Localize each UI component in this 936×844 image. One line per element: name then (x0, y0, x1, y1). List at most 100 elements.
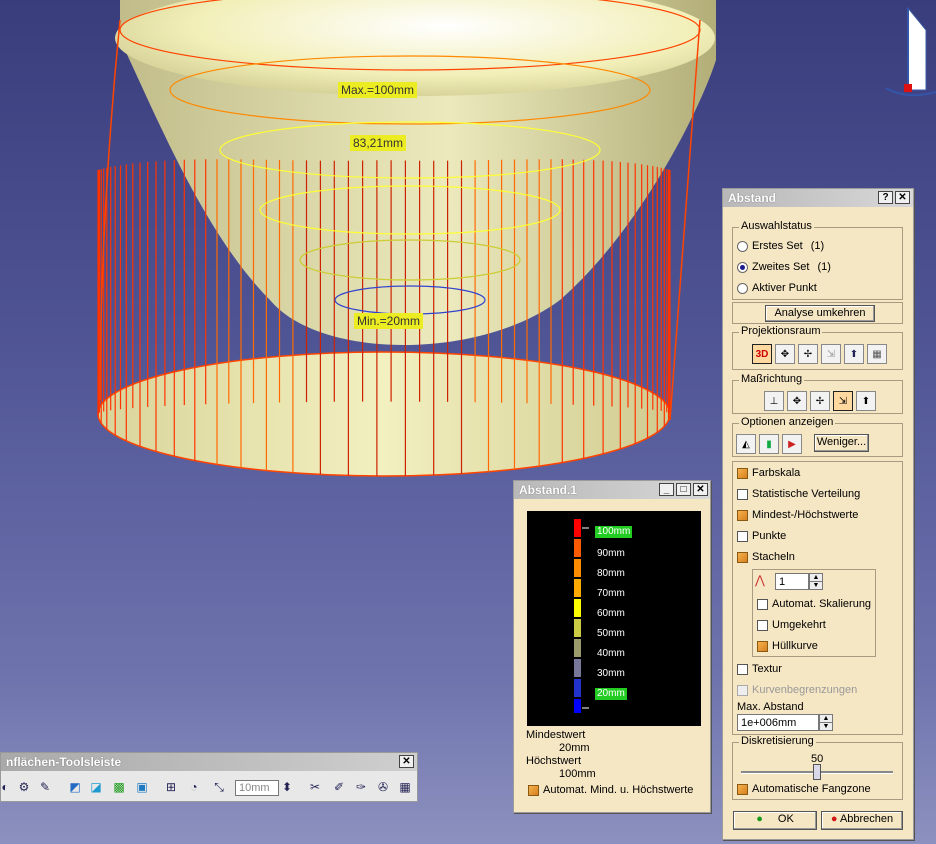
z-measure-icon[interactable]: ⇲ (833, 391, 853, 411)
min-distance-label: Min.=20mm (354, 313, 424, 329)
spikes-checkbox[interactable] (737, 551, 748, 563)
active-point-option[interactable]: Aktiver Punkt (737, 282, 817, 294)
selection-status-legend: Auswahlstatus (739, 220, 814, 232)
zoom-input[interactable]: 10mm (235, 780, 279, 796)
max-distance-input[interactable]: 1e+006mm (737, 714, 819, 731)
envelope-label: Hüllkurve (772, 640, 818, 652)
texture-option[interactable]: Textur (737, 663, 782, 675)
z-direction-icon[interactable]: ⇲ (821, 344, 841, 364)
auto-scale-checkbox[interactable] (757, 598, 768, 610)
help-button[interactable]: ? (878, 191, 893, 204)
max-distance-down[interactable]: ▼ (819, 722, 833, 731)
3d-projection-icon[interactable]: 3D (752, 344, 772, 364)
auto-minmax-checkbox[interactable] (528, 784, 539, 796)
cancel-button[interactable]: ● Abbrechen (821, 811, 903, 830)
first-set-radio[interactable] (737, 240, 748, 252)
spike-scale-down[interactable]: ▼ (809, 581, 823, 590)
second-set-radio[interactable] (737, 261, 748, 273)
min-max-label: Mindest-/Höchstwerte (752, 509, 859, 521)
tool-icon[interactable]: ✇ (375, 779, 391, 795)
color-scale-display-icon[interactable]: ▶ (782, 434, 802, 454)
less-options-button[interactable]: Weniger... (814, 434, 869, 452)
ok-icon: ● (756, 813, 763, 825)
curve-limits-option[interactable]: Kurvenbegrenzungen (737, 684, 857, 696)
zoom-spinner-icon[interactable]: ⬍ (279, 779, 295, 795)
inverted-checkbox[interactable] (757, 619, 768, 631)
distance-dialog[interactable]: Abstand ? ✕ Auswahlstatus Erstes Set (1)… (722, 188, 914, 840)
highlight-icon[interactable]: ◔ (186, 779, 202, 795)
inverted-label: Umgekehrt (772, 619, 826, 631)
first-set-option[interactable]: Erstes Set (1) (737, 240, 824, 252)
planar-projection-icon[interactable]: ▦ (867, 344, 887, 364)
y-measure-icon[interactable]: ✢ (810, 391, 830, 411)
auto-minmax-option[interactable]: Automat. Mind. u. Höchstwerte (528, 784, 693, 796)
curvature-icon[interactable]: ✎ (37, 779, 53, 795)
points-option[interactable]: Punkte (737, 530, 786, 542)
auto-snap-option[interactable]: Automatische Fangzone (737, 783, 871, 795)
display-options-group: Optionen anzeigen ◭ ▮ ▶ Weniger... (732, 416, 903, 457)
min-max-checkbox[interactable] (737, 509, 748, 521)
scale-label-min: 20mm (595, 688, 627, 700)
spike-scale-input[interactable]: 1 (775, 573, 809, 590)
scale-label: 60mm (597, 608, 625, 619)
curve-limits-checkbox[interactable] (737, 684, 748, 696)
auto-scale-option[interactable]: Automat. Skalierung (757, 598, 871, 610)
ok-button[interactable]: ● OK (733, 811, 817, 830)
mid-distance-label: 83,21mm (350, 135, 407, 151)
auto-snap-checkbox[interactable] (737, 783, 748, 795)
invert-analysis-button[interactable]: Analyse umkehren (765, 305, 875, 322)
maximize-button[interactable]: □ (676, 483, 691, 496)
compass-measure-icon[interactable]: ⬆ (856, 391, 876, 411)
draft-icon[interactable]: ✑ (353, 779, 369, 795)
color-scale-label: Farbskala (752, 467, 801, 479)
texture-checkbox[interactable] (737, 663, 748, 675)
active-point-radio[interactable] (737, 282, 748, 294)
second-set-option[interactable]: Zweites Set (1) (737, 261, 831, 273)
mapping-icon[interactable]: ⚙ (16, 779, 32, 795)
minimize-button[interactable]: _ (659, 483, 674, 496)
color-scale-titlebar[interactable]: Abstand.1 _ □ ✕ (514, 481, 710, 499)
distance-icon[interactable]: ⤡ (211, 779, 227, 795)
x-direction-icon[interactable]: ✥ (775, 344, 795, 364)
dialog-titlebar[interactable]: Abstand ? ✕ (723, 189, 913, 207)
discretization-group: Diskretisierung 50 Automatische Fangzone (732, 735, 903, 800)
pencil-icon[interactable]: ✐ (331, 779, 347, 795)
full-color-icon[interactable]: ◭ (736, 434, 756, 454)
shade-cyan-icon[interactable]: ◪ (88, 779, 104, 795)
points-checkbox[interactable] (737, 530, 748, 542)
inverted-option[interactable]: Umgekehrt (757, 619, 826, 631)
min-max-option[interactable]: Mindest-/Höchstwerte (737, 509, 858, 521)
spikes-option[interactable]: Stacheln (737, 551, 795, 563)
envelope-option[interactable]: Hüllkurve (757, 640, 818, 652)
color-scale-checkbox[interactable] (737, 467, 748, 479)
scale-label-max: 100mm (595, 526, 633, 538)
color-scale-window[interactable]: Abstand.1 _ □ ✕ 100mm 90mm 80mm 70mm 60m… (513, 480, 711, 813)
table-icon[interactable]: ▦ (397, 779, 413, 795)
plus-icon[interactable]: ⊞ (163, 779, 179, 795)
shade-blue-icon[interactable]: ◩ (67, 779, 83, 795)
display-options-legend: Optionen anzeigen (739, 416, 836, 428)
surface-toolbar[interactable]: nflächen-Toolsleiste ✕ ◐ ⚙ ✎ ◩ ◪ ▩ ▣ ⊞ ◔… (0, 752, 418, 802)
max-value: 100mm (559, 768, 596, 780)
toolbar-titlebar[interactable]: nflächen-Toolsleiste ✕ (1, 753, 417, 771)
isophote-icon[interactable]: ✂ (307, 779, 323, 795)
envelope-checkbox[interactable] (757, 640, 768, 652)
dialog-close-button[interactable]: ✕ (895, 191, 910, 204)
limited-color-icon[interactable]: ▮ (759, 434, 779, 454)
discretization-slider-thumb[interactable] (813, 764, 821, 780)
statistics-checkbox[interactable] (737, 488, 748, 500)
environment-icon[interactable]: ▣ (134, 779, 150, 795)
y-direction-icon[interactable]: ✢ (798, 344, 818, 364)
discretization-legend: Diskretisierung (739, 735, 816, 747)
surface-analysis-icon[interactable]: ◐ (0, 779, 13, 795)
x-measure-icon[interactable]: ✥ (787, 391, 807, 411)
close-button[interactable]: ✕ (693, 483, 708, 496)
color-scale-option[interactable]: Farbskala (737, 467, 800, 479)
statistics-option[interactable]: Statistische Verteilung (737, 488, 860, 500)
grid-icon[interactable]: ▩ (111, 779, 127, 795)
toolbar-close-button[interactable]: ✕ (399, 755, 414, 768)
ok-label: OK (777, 813, 794, 825)
normal-direction-icon[interactable]: ⊥ (764, 391, 784, 411)
cancel-label: Abbrechen (839, 813, 894, 825)
compass-direction-icon[interactable]: ⬆ (844, 344, 864, 364)
